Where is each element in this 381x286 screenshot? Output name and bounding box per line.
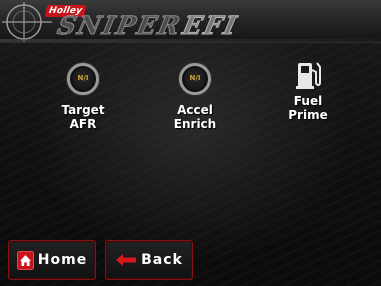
- crosshair-icon: [2, 2, 52, 42]
- label-line-2: AFR: [69, 117, 97, 131]
- menu-item-label: Target AFR: [38, 103, 128, 131]
- menu-item-fuel-prime[interactable]: Fuel Prime: [263, 58, 353, 122]
- back-button-label: Back: [141, 252, 183, 268]
- menu-item-label: Accel Enrich: [150, 103, 240, 131]
- gauge-icon: N/I: [179, 63, 211, 95]
- menu-item-target-afr[interactable]: N/I Target AFR: [38, 63, 128, 131]
- back-button[interactable]: Back: [105, 240, 193, 280]
- home-button-label: Home: [37, 252, 88, 268]
- fuel-pump-icon: [296, 62, 321, 89]
- home-icon: [16, 250, 34, 270]
- menu-item-label: Fuel Prime: [263, 94, 353, 122]
- logo-main-text: SNIPER: [54, 11, 185, 41]
- label-line-2: Enrich: [173, 117, 217, 131]
- gauge-icon: N/I: [67, 63, 99, 95]
- screen: Holley SNIPEREFI N/I Target AFR N/I Acce…: [0, 0, 381, 286]
- logo-suffix-text: EFI: [180, 11, 242, 41]
- label-line-1: Accel: [177, 103, 213, 117]
- gauge-icon-text: N/I: [77, 74, 89, 82]
- back-arrow-icon: [116, 254, 137, 266]
- sniper-efi-logo: SNIPEREFI: [54, 11, 242, 41]
- home-button[interactable]: Home: [8, 240, 96, 280]
- header-bar: Holley SNIPEREFI: [0, 0, 381, 43]
- gauge-icon-text: N/I: [189, 74, 201, 82]
- label-line-2: Prime: [288, 108, 328, 122]
- label-line-1: Fuel: [293, 94, 323, 108]
- menu-item-accel-enrich[interactable]: N/I Accel Enrich: [150, 63, 240, 131]
- label-line-1: Target: [61, 103, 105, 117]
